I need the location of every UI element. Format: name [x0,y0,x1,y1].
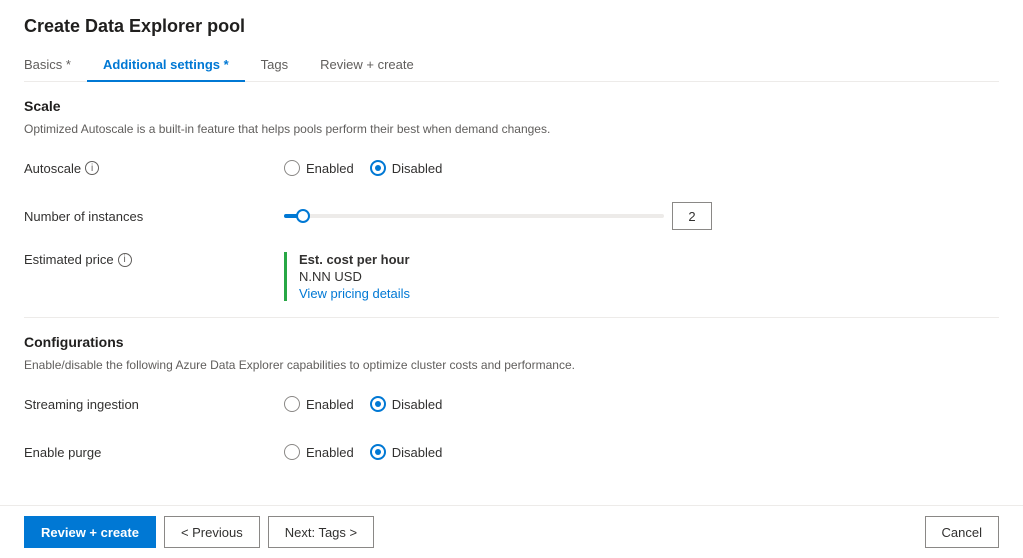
streaming-enabled-option[interactable]: Enabled [284,396,354,412]
section-divider [24,317,999,318]
autoscale-enabled-option[interactable]: Enabled [284,160,354,176]
purge-row: Enable purge Enabled Disabled [24,436,999,468]
purge-disabled-option[interactable]: Disabled [370,444,443,460]
purge-label: Enable purge [24,445,284,460]
est-cost-value: N.NN USD [299,269,410,284]
next-tags-button[interactable]: Next: Tags > [268,516,374,548]
autoscale-enabled-radio[interactable] [284,160,300,176]
streaming-disabled-option[interactable]: Disabled [370,396,443,412]
streaming-disabled-radio[interactable] [370,396,386,412]
estimated-price-info-icon[interactable]: i [118,253,132,267]
tab-additional-settings[interactable]: Additional settings * [87,49,245,82]
scale-section-title: Scale [24,98,999,114]
autoscale-radio-group: Enabled Disabled [284,160,442,176]
purge-radio-group: Enabled Disabled [284,444,442,460]
configurations-section-title: Configurations [24,334,999,350]
autoscale-disabled-option[interactable]: Disabled [370,160,443,176]
purge-enabled-option[interactable]: Enabled [284,444,354,460]
estimated-price-row: Estimated price i Est. cost per hour N.N… [24,248,999,301]
price-block: Est. cost per hour N.NN USD View pricing… [284,252,410,301]
autoscale-disabled-radio[interactable] [370,160,386,176]
tab-basics[interactable]: Basics * [24,49,87,82]
configurations-description: Enable/disable the following Azure Data … [24,358,999,372]
streaming-radio-group: Enabled Disabled [284,396,442,412]
autoscale-label: Autoscale i [24,161,284,176]
cancel-button[interactable]: Cancel [925,516,999,548]
tab-review-create[interactable]: Review + create [304,49,430,82]
scale-description: Optimized Autoscale is a built-in featur… [24,122,999,136]
streaming-control: Enabled Disabled [284,396,442,412]
nav-tabs: Basics * Additional settings * Tags Revi… [24,49,999,82]
page-title: Create Data Explorer pool [24,16,999,37]
purge-control: Enabled Disabled [284,444,442,460]
instances-label: Number of instances [24,209,284,224]
page-header: Create Data Explorer pool Basics * Addit… [0,0,1023,82]
review-create-button[interactable]: Review + create [24,516,156,548]
autoscale-row: Autoscale i Enabled Disabled [24,152,999,184]
previous-button[interactable]: < Previous [164,516,260,548]
streaming-enabled-radio[interactable] [284,396,300,412]
streaming-row: Streaming ingestion Enabled Disabled [24,388,999,420]
autoscale-control: Enabled Disabled [284,160,442,176]
tab-tags[interactable]: Tags [245,49,304,82]
purge-enabled-radio[interactable] [284,444,300,460]
view-pricing-link[interactable]: View pricing details [299,286,410,301]
slider-thumb[interactable] [296,209,310,223]
content-area: Scale Optimized Autoscale is a built-in … [0,82,1023,505]
instances-value-box[interactable]: 2 [672,202,712,230]
bottom-bar: Review + create < Previous Next: Tags > … [0,505,1023,558]
instances-slider-container: 2 [284,202,712,230]
purge-disabled-radio[interactable] [370,444,386,460]
est-cost-label: Est. cost per hour [299,252,410,267]
instances-row: Number of instances 2 [24,200,999,232]
streaming-label: Streaming ingestion [24,397,284,412]
instances-slider-track[interactable] [284,214,664,218]
estimated-price-label: Estimated price i [24,252,284,267]
autoscale-info-icon[interactable]: i [85,161,99,175]
